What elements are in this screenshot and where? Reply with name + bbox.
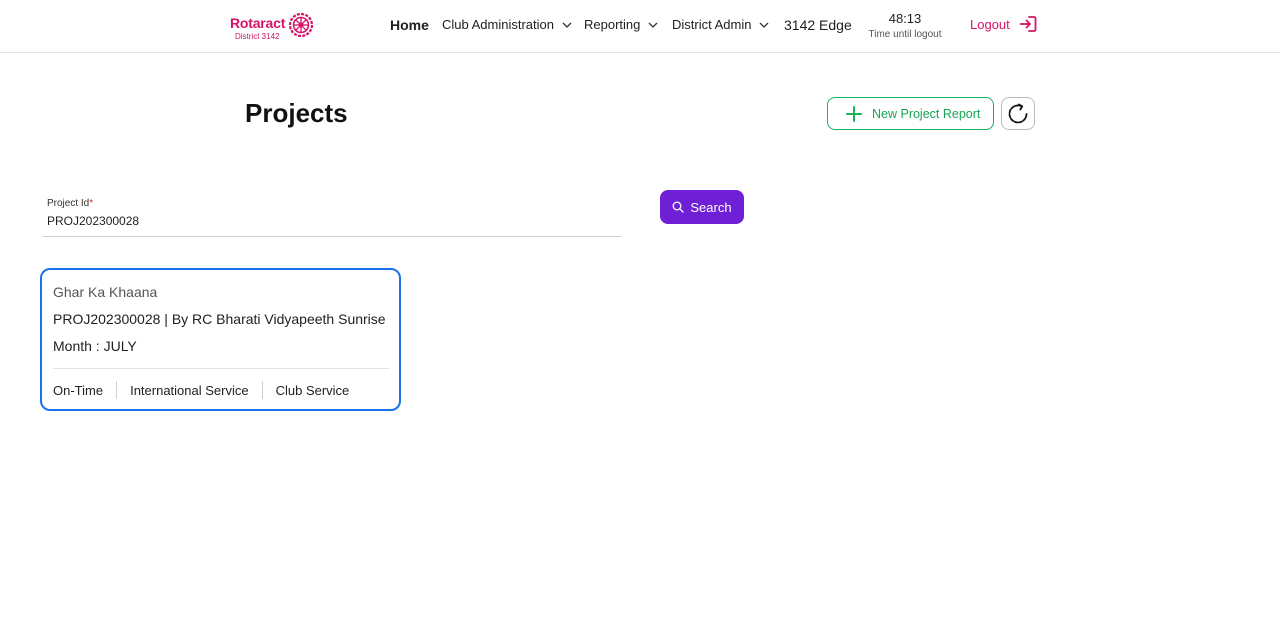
nav-3142-edge[interactable]: 3142 Edge (784, 17, 852, 33)
tag-avenue: International Service (130, 382, 249, 398)
search-button-label: Search (690, 199, 732, 215)
nav-reporting-label: Reporting (584, 17, 641, 32)
required-mark: * (89, 198, 94, 209)
project-month: Month : JULY (53, 338, 137, 354)
rotary-wheel-icon (288, 12, 314, 38)
nav-home[interactable]: Home (390, 17, 429, 33)
timer-value: 48:13 (888, 11, 922, 26)
new-project-report-button[interactable]: New Project Report (827, 97, 994, 130)
top-navbar: Rotaract District 3142 Home Club Adminis… (0, 0, 1280, 53)
logout-button[interactable]: Logout (970, 14, 1038, 34)
nav-club-administration[interactable]: Club Administration (442, 17, 572, 32)
nav-reporting[interactable]: Reporting (584, 17, 658, 32)
search-icon (672, 201, 685, 213)
chevron-down-icon (760, 22, 769, 28)
nav-district-admin[interactable]: District Admin (672, 17, 769, 32)
chevron-down-icon (562, 22, 572, 28)
page-title: Projects (245, 98, 348, 128)
new-project-report-label: New Project Report (872, 106, 981, 121)
nav-3142-edge-label: 3142 Edge (784, 17, 852, 33)
logo-subtitle: District 3142 (235, 32, 280, 41)
logout-icon (1019, 16, 1037, 32)
project-id-input[interactable] (47, 214, 607, 228)
nav-district-admin-label: District Admin (672, 17, 752, 32)
tag-type: Club Service (275, 382, 350, 398)
project-card[interactable]: Ghar Ka Khaana PROJ202300028 | By RC Bha… (40, 268, 401, 411)
search-button[interactable]: Search (660, 190, 744, 224)
nav-home-label: Home (390, 17, 429, 33)
timer-label: Time until logout (868, 29, 942, 40)
project-tags: On-Time International Service Club Servi… (53, 381, 349, 399)
refresh-button[interactable] (1001, 97, 1035, 130)
project-id-label: Project Id* (47, 198, 94, 209)
chevron-down-icon (648, 22, 658, 28)
project-id-line: PROJ202300028 | By RC Bharati Vidyapeeth… (53, 311, 386, 327)
logout-label: Logout (970, 16, 1010, 32)
tag-separator (116, 381, 118, 399)
logo-name: Rotaract (230, 15, 286, 31)
refresh-icon (1008, 103, 1028, 123)
tag-separator (261, 381, 263, 399)
rotaract-logo[interactable]: Rotaract District 3142 (230, 10, 320, 44)
card-divider (53, 368, 389, 369)
plus-icon (846, 105, 862, 122)
logout-timer: 48:13 Time until logout (864, 11, 946, 40)
project-title: Ghar Ka Khaana (53, 284, 158, 300)
nav-club-administration-label: Club Administration (442, 17, 554, 32)
tag-status: On-Time (53, 382, 104, 398)
project-id-field: Project Id* (43, 197, 621, 237)
